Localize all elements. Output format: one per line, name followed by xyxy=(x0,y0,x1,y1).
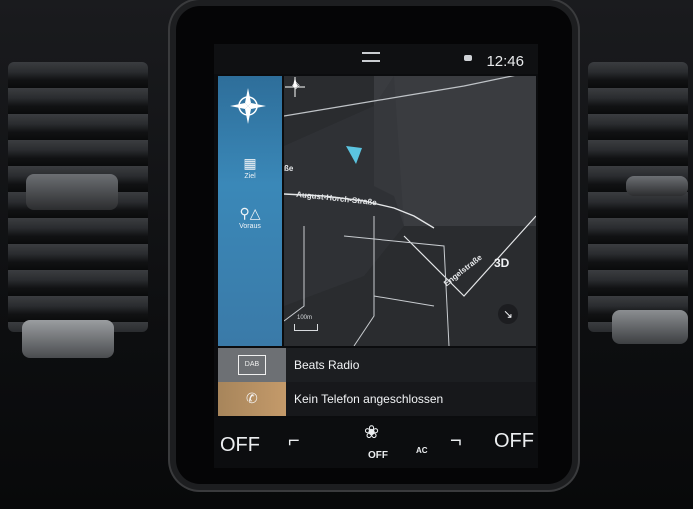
car-dashboard: 12:46 ••• ▦ Ziel ⚲△ Voraus xyxy=(0,0,693,509)
right-air-vent xyxy=(588,62,688,332)
navigation-map[interactable]: ◈ ße August-Horch-Straße Engelstraße 3D … xyxy=(284,76,536,346)
ac-button[interactable]: AC xyxy=(416,446,428,455)
destination-label: Ziel xyxy=(244,173,256,180)
status-bar: 12:46 xyxy=(214,44,538,74)
pin-warning-icon: ⚲△ xyxy=(239,205,261,221)
phone-thumbnail: ✆ xyxy=(218,382,286,416)
destination-button[interactable]: ▦ Ziel xyxy=(218,156,282,180)
left-temperature-button[interactable]: OFF xyxy=(220,434,260,457)
pulldown-handle-icon[interactable] xyxy=(362,52,380,62)
radio-thumbnail: DAB xyxy=(218,348,286,382)
fan-status-label: OFF xyxy=(368,450,388,461)
right-temperature-button[interactable]: OFF xyxy=(494,430,534,453)
checkered-flag-icon: ▦ xyxy=(243,155,257,171)
phone-icon: ✆ xyxy=(246,390,258,406)
map-scale: 100m xyxy=(294,315,318,331)
infotainment-screen: 12:46 ••• ▦ Ziel ⚲△ Voraus xyxy=(214,44,538,468)
fan-icon[interactable]: ❀ xyxy=(364,422,379,443)
dab-radio-icon: DAB xyxy=(238,355,266,375)
map-roads xyxy=(284,76,536,346)
right-trim-clip xyxy=(612,310,688,344)
climate-bar: OFF ⌐ ❀ OFF AC ¬ OFF xyxy=(214,418,538,468)
left-vent-knob xyxy=(26,174,118,210)
ahead-label: Voraus xyxy=(239,223,261,230)
north-compass-icon[interactable] xyxy=(284,76,306,98)
ahead-button[interactable]: ⚲△ Voraus xyxy=(218,206,282,230)
left-trim-clip xyxy=(22,320,114,358)
left-seat-heat-icon[interactable]: ⌐ xyxy=(288,430,300,453)
compass-rose-icon[interactable] xyxy=(228,86,268,126)
radio-station-label: Beats Radio xyxy=(294,358,360,372)
phone-tile[interactable]: ✆ Kein Telefon angeschlossen xyxy=(218,382,536,416)
scale-label: 100m xyxy=(297,315,313,321)
3d-view-button[interactable]: 3D xyxy=(494,256,509,270)
connection-icon xyxy=(464,55,472,61)
right-seat-heat-icon[interactable]: ¬ xyxy=(450,430,462,453)
street-label: ße xyxy=(284,164,294,173)
phone-status-label: Kein Telefon angeschlossen xyxy=(294,392,444,406)
right-vent-knob xyxy=(626,176,688,196)
expand-icon[interactable]: ↘ xyxy=(498,304,518,324)
navigation-sidebar: ▦ Ziel ⚲△ Voraus xyxy=(218,76,282,346)
clock: 12:46 xyxy=(486,53,524,70)
radio-tile[interactable]: DAB Beats Radio xyxy=(218,348,536,382)
